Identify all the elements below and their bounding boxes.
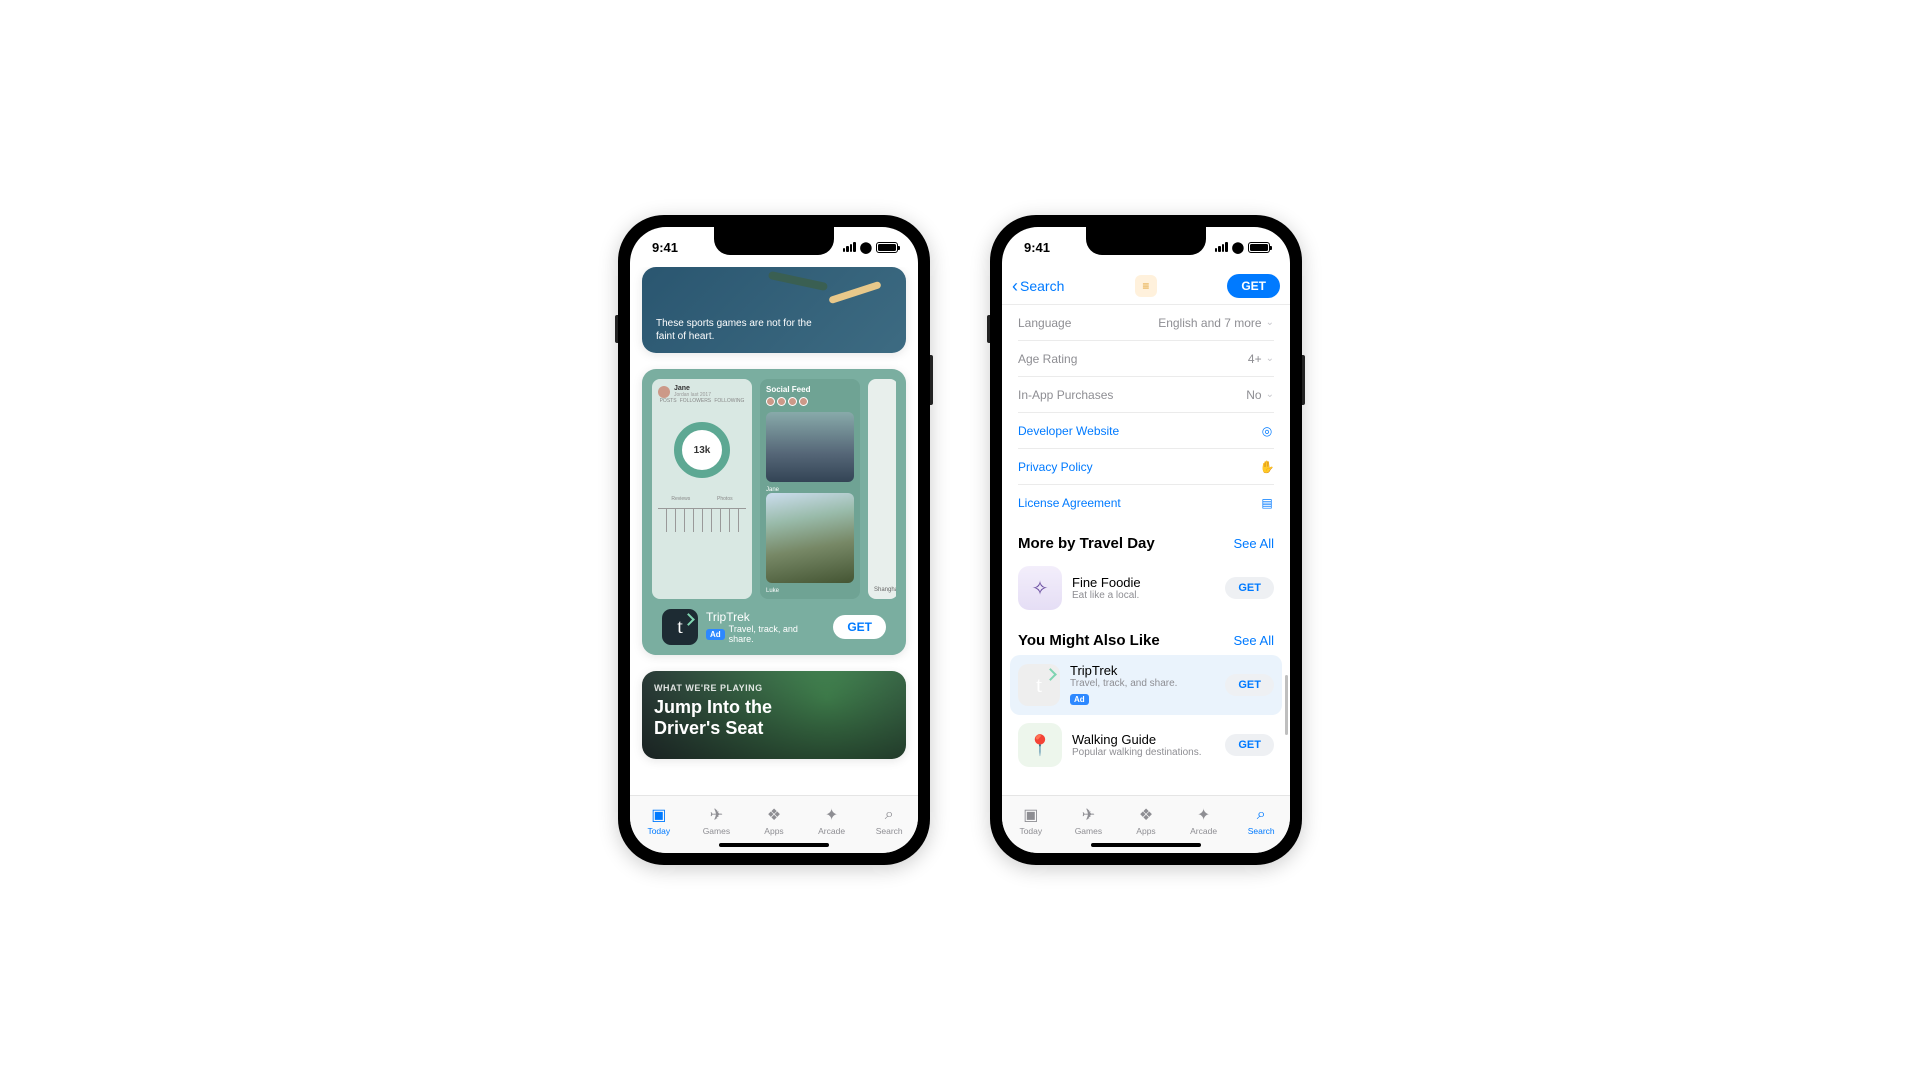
playing-story-card[interactable]: WHAT WE'RE PLAYING Jump Into theDriver's… [642,671,906,759]
battery-icon [1248,242,1270,253]
ad-screenshot-3: Shanghai [868,379,896,599]
screen: 9:41 ⬤ ‹ Search ≡ GET Language English a… [1002,227,1290,853]
sports-illustration [758,271,888,317]
app-name: Fine Foodie [1072,575,1215,590]
info-list: Language English and 7 more⌄ Age Rating … [1002,305,1290,521]
search-icon: ⌕ [878,806,900,824]
get-button[interactable]: GET [1225,577,1274,599]
phone-mockup-detail: 9:41 ⬤ ‹ Search ≡ GET Language English a… [990,215,1302,865]
link-license[interactable]: License Agreement ▤ [1018,485,1274,521]
rocket-icon: ✈ [705,806,727,824]
home-indicator[interactable] [719,843,829,847]
ad-card-triptrek[interactable]: JaneJordan last 2017 POSTSFOLLOWERSFOLLO… [642,369,906,655]
tab-arcade[interactable]: ✦Arcade [803,796,861,845]
get-button[interactable]: GET [1225,734,1274,756]
search-icon: ⌕ [1250,806,1272,824]
cellular-icon [1215,242,1228,252]
ad-footer: t TripTrek Ad Travel, track, and share. … [652,599,896,655]
walking-guide-icon: 📍 [1018,723,1062,767]
tab-today[interactable]: ▣Today [630,796,688,845]
ad-app-subtitle: Travel, track, and share. [729,624,826,644]
battery-icon [876,242,898,253]
info-row-age[interactable]: Age Rating 4+⌄ [1018,341,1274,377]
info-row-iap[interactable]: In-App Purchases No⌄ [1018,377,1274,413]
today-icon: ▣ [648,806,670,824]
fine-foodie-icon: ✧ [1018,566,1062,610]
cellular-icon [843,242,856,252]
ad-screenshot-1: JaneJordan last 2017 POSTSFOLLOWERSFOLLO… [652,379,752,599]
hand-icon: ✋ [1260,460,1274,474]
nav-app-icon: ≡ [1135,275,1157,297]
ad-screenshot-carousel[interactable]: JaneJordan last 2017 POSTSFOLLOWERSFOLLO… [652,379,896,599]
sports-story-card[interactable]: These sports games are not for the faint… [642,267,906,353]
chevron-down-icon: ⌄ [1266,353,1274,364]
ad-badge: Ad [1070,694,1089,705]
ad-badge: Ad [706,629,725,640]
chevron-down-icon: ⌄ [1266,317,1274,328]
phone-mockup-today: 9:41 ⬤ These sports games are not for th… [618,215,930,865]
triptrek-app-icon: t [662,609,698,645]
compass-icon: ◎ [1260,424,1274,438]
notch [714,227,834,255]
see-all-button[interactable]: See All [1234,536,1274,551]
today-icon: ▣ [1020,806,1042,824]
joystick-icon: ✦ [821,806,843,824]
ad-screenshot-2: Social Feed Jane Luke [760,379,860,599]
tab-search[interactable]: ⌕Search [860,796,918,845]
tab-apps[interactable]: ❖Apps [745,796,803,845]
status-time: 9:41 [652,240,678,255]
triptrek-app-icon: t [1018,664,1060,706]
section-more-by: More by Travel Day See All [1002,521,1290,558]
wifi-icon: ⬤ [860,241,872,254]
tab-games[interactable]: ✈Games [1060,796,1118,845]
app-subtitle: Travel, track, and share. [1070,678,1215,689]
app-name: Walking Guide [1072,732,1215,747]
back-label: Search [1020,278,1064,294]
joystick-icon: ✦ [1193,806,1215,824]
home-indicator[interactable] [1091,843,1201,847]
today-feed[interactable]: These sports games are not for the faint… [630,267,918,795]
also-like-title: You Might Also Like [1018,632,1160,649]
status-indicators: ⬤ [843,241,898,254]
tab-apps[interactable]: ❖Apps [1117,796,1175,845]
status-time: 9:41 [1024,240,1050,255]
screen: 9:41 ⬤ These sports games are not for th… [630,227,918,853]
playing-headline: Jump Into theDriver's Seat [654,697,894,738]
chevron-down-icon: ⌄ [1266,389,1274,400]
get-button[interactable]: GET [833,615,886,639]
app-row-triptrek-ad[interactable]: t TripTrek Travel, track, and share. Ad … [1010,655,1282,715]
section-also-like: You Might Also Like See All [1002,618,1290,655]
tab-games[interactable]: ✈Games [688,796,746,845]
more-by-title: More by Travel Day [1018,535,1155,552]
layers-icon: ❖ [1135,806,1157,824]
tab-search[interactable]: ⌕Search [1232,796,1290,845]
chevron-left-icon: ‹ [1012,277,1018,295]
app-subtitle: Popular walking destinations. [1072,747,1215,758]
see-all-button[interactable]: See All [1234,633,1274,648]
sports-caption: These sports games are not for the faint… [656,317,816,343]
link-privacy-policy[interactable]: Privacy Policy ✋ [1018,449,1274,485]
app-name: TripTrek [1070,663,1215,678]
app-row-walking-guide[interactable]: 📍 Walking Guide Popular walking destinat… [1002,715,1290,775]
wifi-icon: ⬤ [1232,241,1244,254]
app-subtitle: Eat like a local. [1072,590,1215,601]
link-developer-website[interactable]: Developer Website ◎ [1018,413,1274,449]
document-icon: ▤ [1260,496,1274,510]
app-detail-scroll[interactable]: Language English and 7 more⌄ Age Rating … [1002,305,1290,795]
app-row-fine-foodie[interactable]: ✧ Fine Foodie Eat like a local. GET [1002,558,1290,618]
rocket-icon: ✈ [1077,806,1099,824]
notch [1086,227,1206,255]
tab-today[interactable]: ▣Today [1002,796,1060,845]
scroll-indicator[interactable] [1285,675,1288,735]
back-button[interactable]: ‹ Search [1012,277,1064,295]
layers-icon: ❖ [763,806,785,824]
get-button[interactable]: GET [1225,674,1274,696]
tab-arcade[interactable]: ✦Arcade [1175,796,1233,845]
nav-get-button[interactable]: GET [1227,274,1280,298]
playing-eyebrow: WHAT WE'RE PLAYING [654,683,894,693]
ad-app-name: TripTrek [706,610,825,624]
nav-bar: ‹ Search ≡ GET [1002,267,1290,305]
info-row-language[interactable]: Language English and 7 more⌄ [1018,305,1274,341]
status-indicators: ⬤ [1215,241,1270,254]
